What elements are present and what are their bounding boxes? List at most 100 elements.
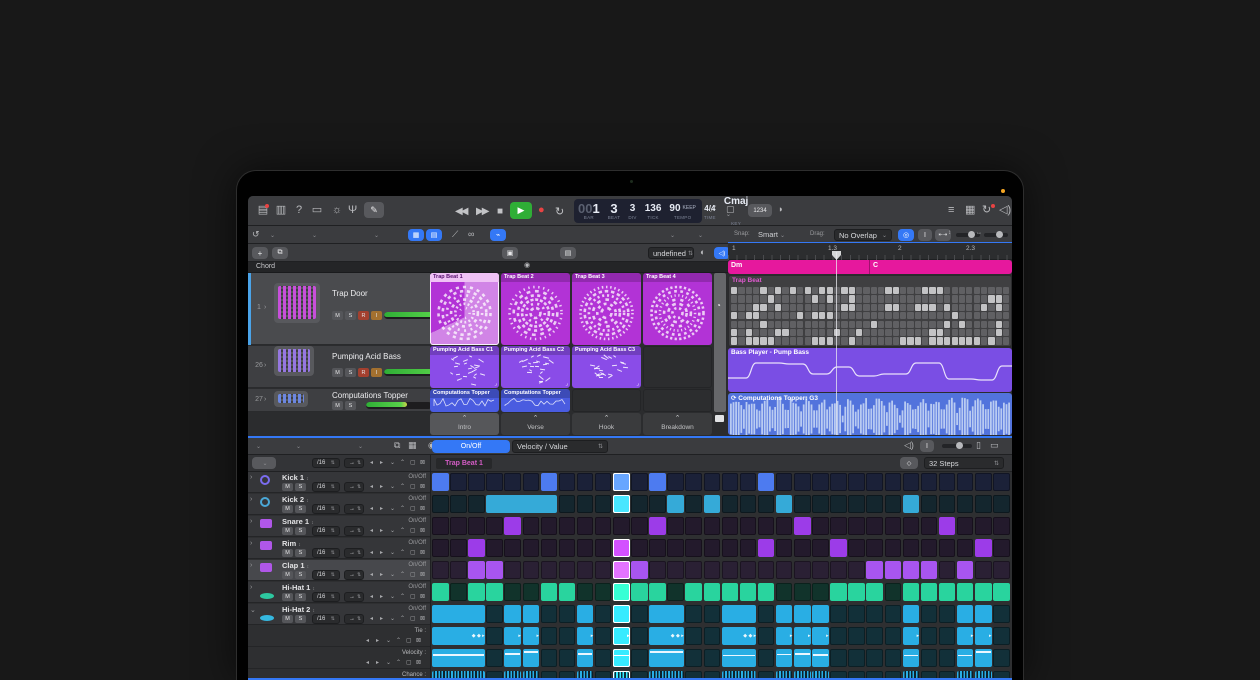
divider-icon[interactable]: ▤	[560, 247, 576, 259]
step-cell-off[interactable]	[921, 473, 938, 491]
direction-select-3[interactable]: →⇅	[344, 548, 364, 558]
step-cell-off[interactable]	[504, 539, 521, 557]
rotate-left-icon-sub7[interactable]: ◂	[366, 637, 375, 646]
decrease-icon-3[interactable]: ⌄	[390, 549, 399, 558]
increase-icon-sub7[interactable]: ⌃	[396, 637, 405, 646]
step-cell-off[interactable]	[903, 539, 920, 557]
step-cell-on[interactable]	[649, 583, 666, 601]
lcd-tempo[interactable]: 90KEEPTEMPO	[669, 203, 695, 220]
step-cell-off[interactable]	[939, 627, 956, 645]
step-cell-off[interactable]	[704, 605, 721, 623]
slider-thumb[interactable]	[996, 231, 1003, 238]
step-cell-off[interactable]	[848, 539, 865, 557]
step-cell-off[interactable]	[541, 605, 558, 623]
step-cell-off[interactable]	[559, 539, 576, 557]
disclosure-icon[interactable]: ›	[264, 304, 272, 314]
step-cell-on[interactable]	[866, 561, 883, 579]
step-cell-off[interactable]	[830, 495, 847, 513]
scene-trigger-breakdown[interactable]: ⌃Breakdown	[643, 413, 712, 435]
text-tool-button[interactable]: I	[918, 229, 932, 241]
cell-edit-icon[interactable]: ▣	[502, 247, 518, 259]
step-cell-off[interactable]	[559, 495, 576, 513]
step-cell-on[interactable]	[975, 539, 992, 557]
step-cell-off[interactable]	[993, 495, 1010, 513]
scene-trigger-hook[interactable]: ⌃Hook	[572, 413, 641, 435]
row-solo-button-4[interactable]: S	[295, 571, 306, 579]
row-disclosure-icon[interactable]: ⌄	[250, 606, 258, 615]
step-cell-off[interactable]	[432, 561, 449, 579]
step-cell-off[interactable]	[957, 539, 974, 557]
drag-select[interactable]: No Overlap⌄	[834, 229, 892, 241]
pencil-tool-button[interactable]: ✎	[364, 202, 384, 218]
row-header-snare-1[interactable]: ›Snare 1 ↕On/OffMS/16⇅→⇅◂▸⌄⌃▢⊠	[248, 516, 430, 537]
row-header-tie-[interactable]: Tie :◂▸⌄⌃▢⊠	[248, 626, 430, 647]
step-cell-on[interactable]	[848, 583, 865, 601]
step-cell-off[interactable]	[559, 605, 576, 623]
rotate-right-icon-3[interactable]: ▸	[380, 549, 389, 558]
random-icon-3[interactable]: ⊠	[420, 549, 429, 558]
lcd-beat[interactable]: 3BEAT	[608, 203, 621, 220]
step-cell-on[interactable]	[631, 561, 648, 579]
quantize-select[interactable]: undefined⇅	[648, 247, 694, 259]
draw-icon[interactable]: ⟋	[452, 230, 462, 240]
brightness-icon[interactable]: ☼	[332, 205, 344, 217]
empty-cell[interactable]	[572, 389, 641, 412]
step-cell-on[interactable]: ▸	[523, 627, 540, 645]
direction-select-2[interactable]: →⇅	[344, 526, 364, 536]
step-cell-off[interactable]	[631, 473, 648, 491]
step-cell-on[interactable]	[432, 583, 449, 601]
step-cell-off[interactable]	[685, 671, 702, 680]
step-cell-on[interactable]	[903, 583, 920, 601]
link-icon[interactable]: ∞	[468, 230, 480, 240]
clear-icon-3[interactable]: ▢	[410, 549, 419, 558]
step-cell-off[interactable]	[776, 583, 793, 601]
step-cell-off[interactable]	[830, 627, 847, 645]
step-cell-off[interactable]	[939, 561, 956, 579]
step-cell-off[interactable]	[975, 561, 992, 579]
step-cell-off[interactable]	[685, 495, 702, 513]
decrease-icon-2[interactable]: ⌄	[390, 527, 399, 536]
random-icon-5[interactable]: ⊠	[420, 593, 429, 602]
step-cell-on[interactable]	[559, 583, 576, 601]
step-cell-off[interactable]	[704, 473, 721, 491]
step-cell-on[interactable]	[504, 605, 521, 623]
panel-icon-1[interactable]: ▯	[976, 441, 986, 451]
step-cell-off[interactable]	[722, 517, 739, 535]
step-cell-on[interactable]: ▸	[577, 627, 594, 645]
increase-icon-0[interactable]: ⌃	[400, 483, 409, 492]
step-cell-off[interactable]	[830, 561, 847, 579]
step-cell-off[interactable]	[921, 627, 938, 645]
step-cell-off[interactable]	[486, 671, 503, 680]
step-cell-on[interactable]	[993, 583, 1010, 601]
row-mute-button-0[interactable]: M	[282, 483, 293, 491]
disclosure-icon[interactable]: ›	[264, 362, 272, 372]
step-cell-off[interactable]	[848, 627, 865, 645]
decrease-icon-5[interactable]: ⌄	[390, 593, 399, 602]
step-cell-on[interactable]	[722, 605, 757, 623]
step-cell-off[interactable]	[866, 539, 883, 557]
step-cell-off[interactable]	[921, 671, 938, 680]
seq-menu-functions[interactable]: ⌄	[294, 440, 334, 452]
help-icon[interactable]: ?	[292, 205, 306, 217]
audio-region[interactable]: ⟳ Computations Topper: G3	[728, 393, 1012, 435]
rotate-right-icon-0[interactable]: ▸	[380, 483, 389, 492]
seq-text-tool[interactable]: I	[920, 440, 934, 452]
step-cell-off[interactable]	[993, 517, 1010, 535]
step-cell-off[interactable]	[830, 649, 847, 667]
rotate-left-icon-4[interactable]: ◂	[370, 571, 379, 580]
rotate-right-icon-4[interactable]: ▸	[380, 571, 389, 580]
step-cell-off[interactable]	[685, 473, 702, 491]
step-cell-off[interactable]	[776, 473, 793, 491]
step-cell-on[interactable]	[577, 605, 594, 623]
step-cell-off[interactable]	[649, 561, 666, 579]
step-cell-off[interactable]	[758, 605, 775, 623]
row-mute-button-6[interactable]: M	[282, 615, 293, 623]
track-s-button[interactable]: S	[345, 401, 356, 410]
step-cell-off[interactable]	[432, 495, 449, 513]
step-cell-off[interactable]	[595, 671, 612, 680]
step-cell-on[interactable]	[704, 583, 721, 601]
step-cell-on[interactable]	[613, 583, 630, 601]
step-cell-off[interactable]	[758, 671, 775, 680]
step-cell-off[interactable]	[523, 561, 540, 579]
increase-icon-1[interactable]: ⌃	[400, 505, 409, 514]
